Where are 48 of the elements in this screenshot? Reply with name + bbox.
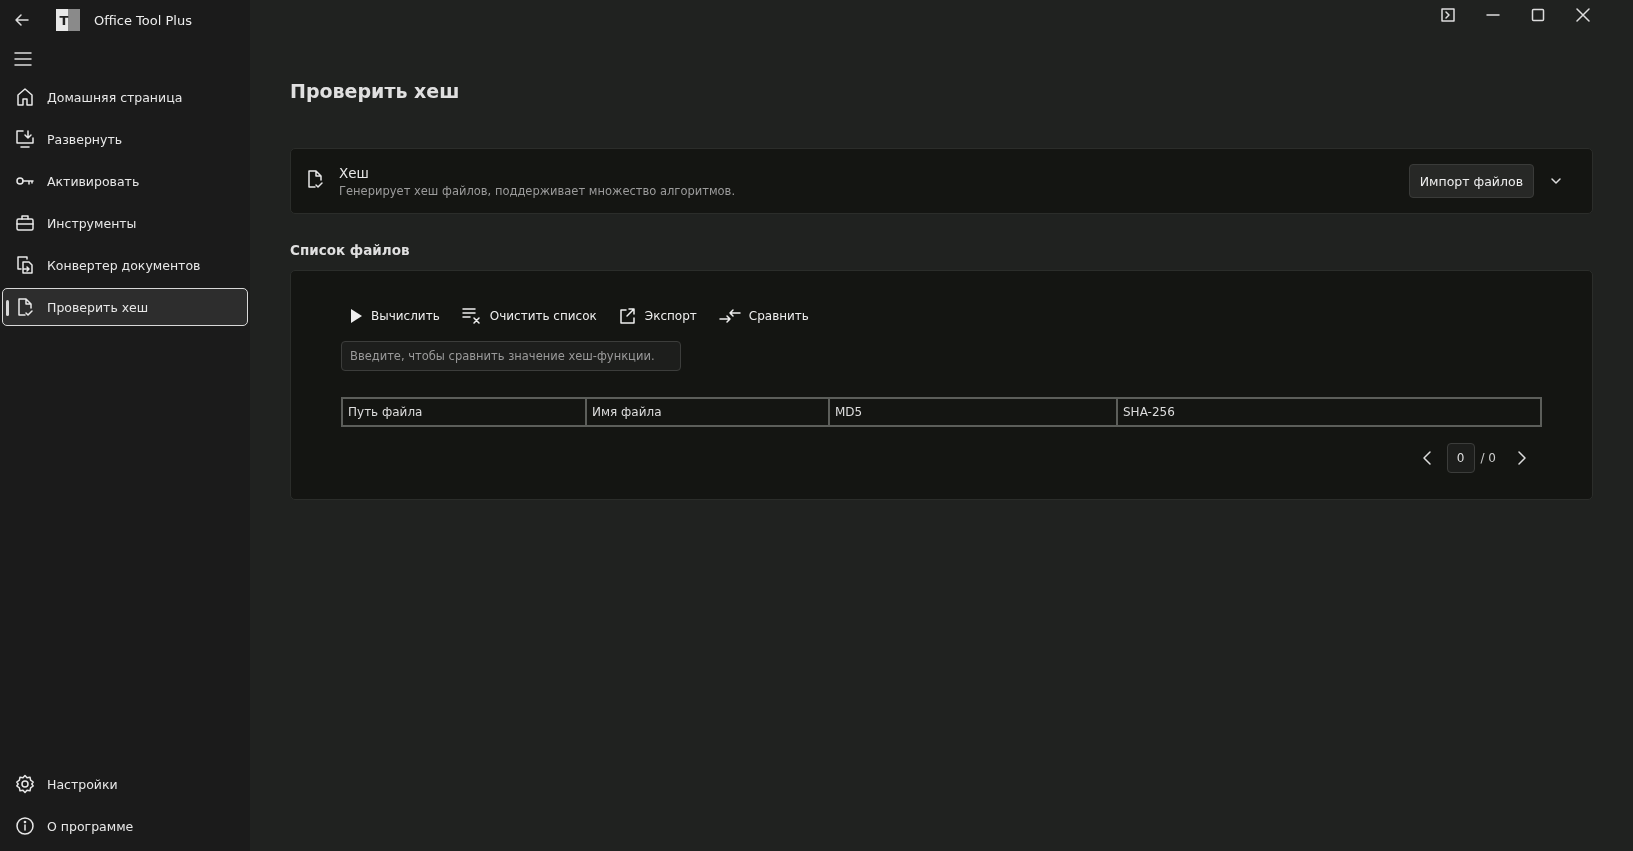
column-header: MD5 (829, 398, 1117, 426)
column-header: Путь файла (342, 398, 586, 426)
play-icon (349, 308, 363, 324)
document-check-icon (305, 169, 325, 189)
nav-item[interactable]: О программе (2, 807, 248, 845)
page-title: Проверить хеш (290, 80, 461, 102)
menu-button[interactable] (14, 52, 32, 66)
column-header: SHA-256 (1117, 398, 1541, 426)
export-icon (618, 307, 637, 325)
page-field[interactable]: 0 (1446, 443, 1475, 473)
chevron-down-icon (1550, 177, 1562, 185)
page-total: / 0 (1480, 451, 1496, 465)
nav-item[interactable]: Домашняя страница (2, 78, 248, 116)
toolbox-icon (15, 213, 35, 233)
card-title: Хеш (339, 164, 370, 181)
nav-item[interactable]: Конвертер документов (2, 246, 248, 284)
menu-icon (14, 52, 32, 66)
window-title: Office Tool Plus (94, 12, 192, 28)
toolbar-button[interactable]: Сравнить (710, 301, 817, 331)
app-logo: T (56, 9, 80, 31)
document-convert-icon (15, 255, 35, 275)
clear-list-icon (461, 307, 482, 325)
toolbar-button[interactable]: Экспорт (610, 301, 705, 331)
chevron-right-icon (1517, 450, 1527, 466)
home-icon (15, 87, 35, 107)
import-button[interactable]: Импорт файлов (1408, 164, 1534, 198)
column-header: Имя файла (586, 398, 829, 426)
monitor-download-icon (15, 129, 35, 149)
info-icon (15, 816, 35, 836)
compare-field[interactable]: Введите, чтобы сравнить значение хеш-функции. (341, 341, 681, 371)
toolbar-button[interactable]: Вычислить (341, 301, 448, 331)
back-arrow-icon (14, 12, 30, 28)
nav-item[interactable]: Настройки (2, 765, 248, 803)
section-title: Список файлов (290, 242, 411, 258)
toolbar-button[interactable]: Очистить список (453, 301, 605, 331)
nav-item[interactable]: Развернуть (2, 120, 248, 158)
maximize-icon (1530, 8, 1545, 22)
nav-item[interactable]: Активировать (2, 162, 248, 200)
card-description: Генерирует хеш файлов, поддерживает множество алгоритмов. (339, 183, 737, 198)
chevron-left-icon (1421, 450, 1432, 466)
chevron-box-icon (1440, 8, 1455, 22)
close-icon (1575, 8, 1590, 22)
settings-icon (15, 774, 35, 794)
document-check-icon (15, 297, 35, 317)
nav-item[interactable]: Проверить хеш (2, 288, 248, 326)
nav-item[interactable]: Инструменты (2, 204, 248, 242)
compare-arrows-icon (718, 308, 741, 324)
back-button[interactable] (14, 12, 30, 28)
